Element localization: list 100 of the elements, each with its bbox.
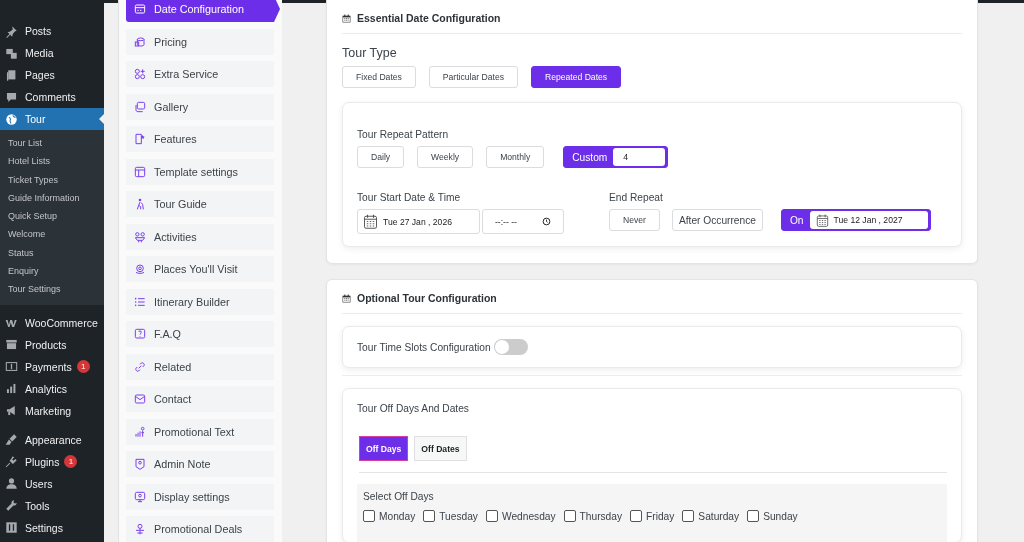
count-badge: 1	[64, 455, 78, 469]
submenu-item[interactable]: Guide Information	[0, 188, 104, 208]
date-field[interactable]: Tue 27 Jan , 2026	[357, 209, 480, 234]
mail-icon	[134, 393, 146, 405]
number-field[interactable]: 4	[613, 148, 666, 166]
menu-item[interactable]: Appearance	[0, 428, 104, 451]
apps-icon	[134, 68, 146, 80]
menu-item[interactable]: Tour	[0, 108, 104, 130]
checkbox[interactable]	[630, 510, 643, 522]
tab[interactable]: Promotional Text	[126, 418, 274, 445]
option-button[interactable]: Particular Dates	[428, 66, 518, 88]
checkbox[interactable]	[363, 510, 375, 522]
option-button[interactable]: Never	[609, 209, 660, 231]
tab[interactable]: Pricing	[126, 28, 274, 55]
clock-icon	[542, 217, 551, 226]
submenu-item[interactable]: Enquiry	[0, 262, 104, 281]
field-label: Tour Start Date & Time	[357, 192, 462, 203]
plug-icon	[5, 455, 18, 469]
checkbox-label[interactable]: Tuesday	[439, 510, 478, 522]
custom-control[interactable]: Custom 4	[563, 146, 669, 168]
checkbox-label[interactable]: Wednesday	[501, 510, 556, 522]
checkbox-label[interactable]: Sunday	[763, 510, 798, 522]
field-label: Tour Time Slots Configuration	[357, 341, 491, 353]
menu-item[interactable]: Pages	[0, 64, 104, 86]
checkbox-label[interactable]: Thursday	[579, 510, 623, 522]
menu-item[interactable]: Analytics	[0, 377, 104, 400]
image-stack-icon	[134, 100, 146, 113]
tab[interactable]: Display settings	[126, 483, 274, 510]
checkbox-label[interactable]: Saturday	[698, 510, 740, 522]
tab[interactable]: Tour Guide	[126, 191, 274, 217]
date-field[interactable]: Tue 12 Jan , 2027	[809, 211, 928, 229]
menu-item[interactable]: Tools	[0, 494, 104, 517]
media-icon	[5, 46, 18, 60]
pages-icon	[5, 68, 18, 82]
submenu-item[interactable]: Welcome	[0, 225, 104, 244]
menu-item[interactable]: Comments	[0, 86, 104, 108]
tab[interactable]: Contact	[126, 386, 274, 412]
checkbox[interactable]	[485, 510, 498, 522]
calendar-icon	[342, 293, 351, 303]
list-icon	[134, 295, 146, 308]
toggle-switch[interactable]	[493, 339, 528, 355]
tab[interactable]: Itinerary Builder	[126, 288, 274, 315]
chart-person-icon	[134, 425, 146, 438]
menu-item[interactable]: Posts	[0, 20, 104, 42]
people-icon	[134, 230, 146, 243]
badge-icon	[134, 458, 146, 470]
tab[interactable]: Extra Service	[126, 61, 274, 87]
submenu-item[interactable]: Quick Setup	[0, 207, 104, 226]
checkbox-label[interactable]: Friday	[646, 510, 675, 522]
submenu-item[interactable]: Tour List	[0, 134, 104, 153]
layout-icon	[134, 165, 146, 178]
hiker-icon	[134, 198, 146, 210]
submenu-item[interactable]: Status	[0, 243, 104, 263]
checkbox[interactable]	[747, 510, 760, 522]
calendar-icon	[363, 214, 378, 229]
checkbox[interactable]	[423, 510, 436, 522]
menu-item[interactable]: Payments 1	[0, 355, 104, 378]
submenu-item[interactable]: Ticket Types	[0, 170, 104, 189]
checkbox-label[interactable]: Monday	[379, 510, 416, 522]
option-button[interactable]: Fixed Dates	[342, 66, 416, 88]
card-icon	[134, 3, 146, 15]
menu-item[interactable]: Marketing	[0, 399, 104, 422]
option-button[interactable]: Daily	[357, 146, 405, 168]
tab[interactable]: Activities	[126, 223, 274, 250]
user-icon	[5, 477, 18, 491]
menu-item[interactable]: Media	[0, 42, 104, 64]
tab[interactable]: Promotional Deals	[126, 516, 274, 542]
tab[interactable]: Features	[126, 126, 274, 152]
option-button[interactable]: Weekly	[417, 146, 474, 168]
option-button[interactable]: Repeated Dates	[531, 66, 622, 88]
custom-label[interactable]: Custom	[566, 151, 614, 163]
tab[interactable]: Off Dates	[414, 436, 467, 461]
menu-item[interactable]: Settings	[0, 516, 104, 539]
checkbox[interactable]	[682, 510, 695, 522]
menu-item[interactable]: WooCommerce	[0, 311, 104, 334]
option-button[interactable]: Monthly	[486, 146, 545, 168]
submenu-item[interactable]: Tour Settings	[0, 280, 104, 299]
tab[interactable]: Gallery	[126, 93, 274, 120]
field-label: Tour Repeat Pattern	[357, 129, 450, 140]
megaphone-icon	[5, 404, 18, 418]
on-label[interactable]: On	[783, 214, 810, 226]
calendar-icon	[342, 13, 351, 23]
menu-item[interactable]: Plugins 1	[0, 450, 104, 473]
option-button[interactable]: After Occurrence	[671, 209, 763, 231]
time-field[interactable]: --:-- --	[482, 209, 564, 234]
field-label: Tour Type	[342, 46, 398, 60]
tab[interactable]: Off Days	[359, 436, 409, 461]
tab[interactable]: F.A.Q	[126, 321, 274, 347]
tab[interactable]: Admin Note	[126, 451, 274, 477]
on-date-control[interactable]: On Tue 12 Jan , 2027	[780, 209, 931, 231]
submenu-item[interactable]: Hotel Lists	[0, 152, 104, 171]
wrench-icon	[5, 499, 18, 513]
tab[interactable]: Template settings	[126, 158, 274, 185]
section-title: Optional Tour Configuration	[357, 292, 497, 304]
monitor-icon	[134, 490, 146, 503]
menu-item[interactable]: Products	[0, 333, 104, 356]
tab[interactable]: Related	[126, 353, 274, 380]
tab[interactable]: Places You'll Visit	[126, 256, 274, 282]
menu-item[interactable]: Users	[0, 472, 104, 495]
checkbox[interactable]	[563, 510, 576, 522]
